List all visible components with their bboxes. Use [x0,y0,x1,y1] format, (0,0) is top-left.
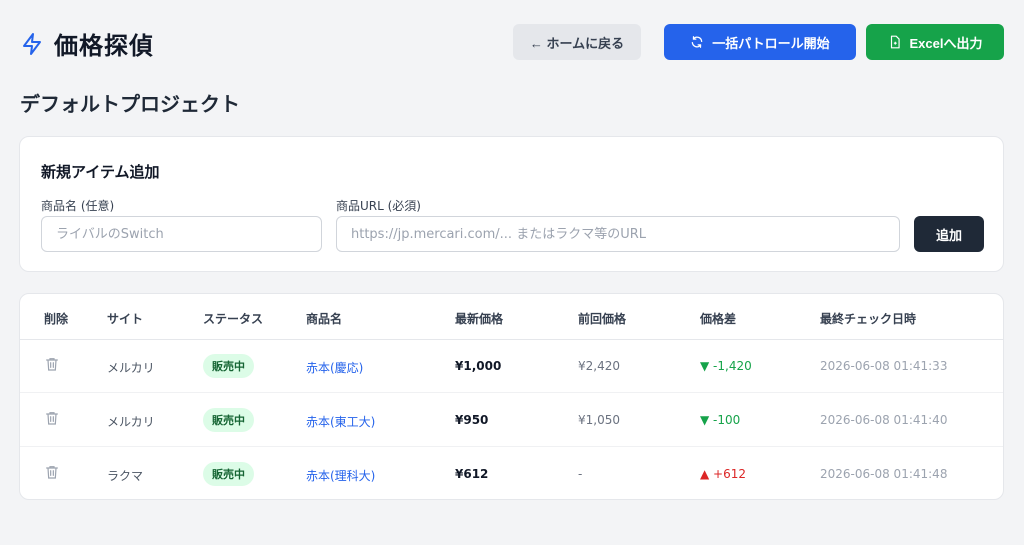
item-name-link[interactable]: 赤本(理科大) [306,467,375,484]
home-button[interactable]: ← ホームに戻る [513,24,641,60]
previous-price-cell: ¥1,050 [578,413,620,427]
col-delete: 削除 [44,312,69,326]
site-cell: メルカリ [107,415,155,429]
delete-button[interactable] [44,356,60,375]
brand: 価格探偵 [20,26,154,61]
table-header: 削除 サイト ステータス 商品名 最新価格 前回価格 価格差 最終チェック日時 [20,294,1003,340]
excel-button-label: Excelへ出力 [909,35,983,51]
status-badge: 販売中 [203,354,254,378]
col-previous-price: 前回価格 [578,312,627,326]
delete-button[interactable] [44,464,60,483]
price-diff-cell: ▼ -100 [700,413,741,427]
status-cell: 販売中 [203,462,254,486]
add-item-title: 新規アイテム追加 [41,163,160,181]
home-button-label: ← ホームに戻る [529,35,625,51]
latest-price-cell: ¥612 [455,467,489,481]
latest-price-cell: ¥950 [455,413,489,427]
lightning-icon [23,32,41,55]
trash-icon [46,412,58,425]
excel-export-button[interactable]: Excelへ出力 [866,24,1004,60]
delete-button[interactable] [44,410,60,429]
status-badge: 販売中 [203,462,254,486]
col-site: サイト [107,312,144,326]
project-title: デフォルトプロジェクト [20,92,240,116]
status-badge: 販売中 [203,408,254,432]
status-cell: 販売中 [203,354,254,378]
site-cell: ラクマ [107,469,144,483]
table-row: メルカリ 販売中 赤本(東工大) ¥950 ¥1,050 ▼ -100 2026… [20,394,1003,447]
url-label: 商品URL (必須) [336,199,421,213]
file-export-icon [890,35,900,49]
add-button[interactable]: 追加 [914,216,984,252]
col-status: ステータス [203,312,264,326]
item-name-link[interactable]: 赤本(東工大) [306,413,375,430]
items-table: 削除 サイト ステータス 商品名 最新価格 前回価格 価格差 最終チェック日時 … [19,293,1004,500]
item-name-link[interactable]: 赤本(慶応) [306,359,363,376]
col-name: 商品名 [306,312,343,326]
last-checked-cell: 2026-06-08 01:41:48 [820,467,948,481]
patrol-button-label: 一括パトロール開始 [712,35,830,51]
price-diff-cell: ▼ -1,420 [700,359,752,373]
col-price-diff: 価格差 [700,312,737,326]
name-label: 商品名 (任意) [41,199,115,213]
app-header: 価格探偵 ← ホームに戻る 一括パトロール開始 Excelへ出力 [20,24,1004,60]
add-item-card: 新規アイテム追加 商品名 (任意) 商品URL (必須) 追加 [19,136,1004,272]
site-cell: メルカリ [107,361,155,375]
last-checked-cell: 2026-06-08 01:41:33 [820,359,948,373]
trash-icon [46,466,58,479]
patrol-start-button[interactable]: 一括パトロール開始 [664,24,856,60]
item-name-input[interactable] [41,216,322,252]
previous-price-cell: ¥2,420 [578,359,620,373]
item-url-input[interactable] [336,216,900,252]
previous-price-cell: - [578,467,583,481]
price-diff-cell: ▲ +612 [700,467,747,481]
table-row: ラクマ 販売中 赤本(理科大) ¥612 - ▲ +612 2026-06-08… [20,448,1003,499]
latest-price-cell: ¥1,000 [455,359,502,373]
status-cell: 販売中 [203,408,254,432]
col-latest-price: 最新価格 [455,312,504,326]
trash-icon [46,358,58,371]
col-last-checked: 最終チェック日時 [820,312,917,326]
app-title: 価格探偵 [54,32,154,60]
last-checked-cell: 2026-06-08 01:41:40 [820,413,948,427]
refresh-icon [691,36,703,48]
table-row: メルカリ 販売中 赤本(慶応) ¥1,000 ¥2,420 ▼ -1,420 2… [20,340,1003,393]
